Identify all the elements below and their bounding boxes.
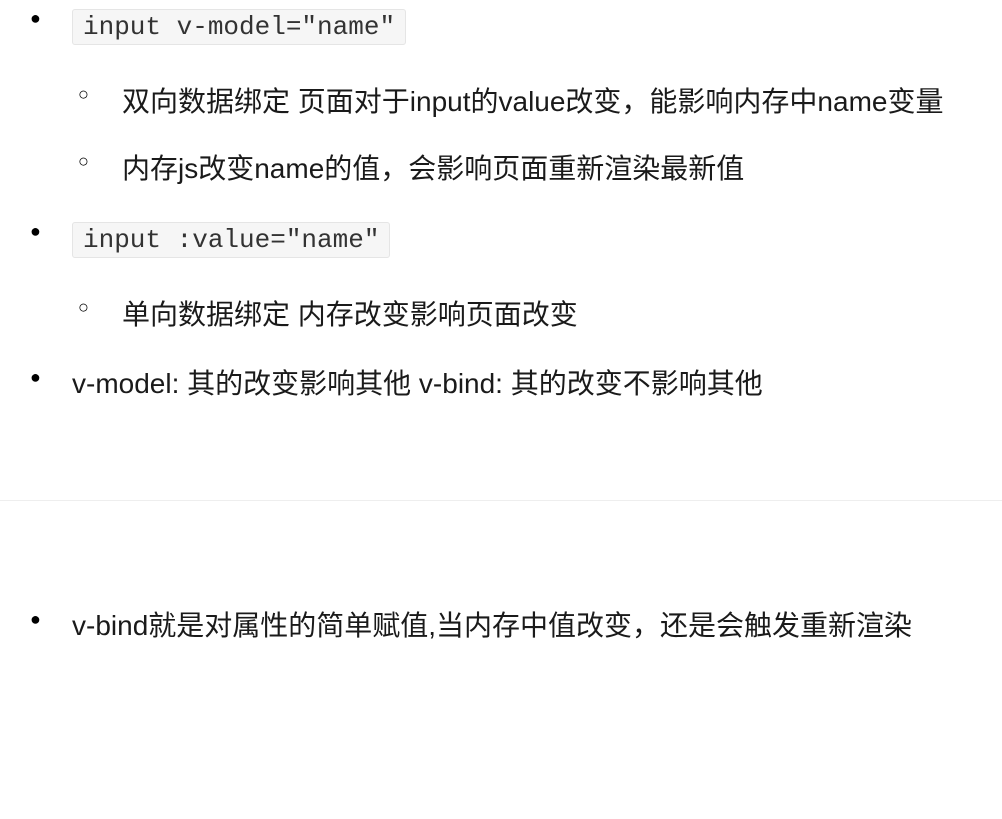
main-list-section2: v-bind就是对属性的简单赋值,当内存中值改变，还是会触发重新渲染: [0, 601, 1002, 651]
code-snippet: input :value="name": [72, 222, 390, 258]
code-snippet: input v-model="name": [72, 9, 406, 45]
sub-list-item: 单向数据绑定 内存改变影响页面改变: [72, 288, 1002, 341]
list-item: input v-model="name" 双向数据绑定 页面对于input的va…: [0, 0, 1002, 195]
list-item: v-bind就是对属性的简单赋值,当内存中值改变，还是会触发重新渲染: [0, 601, 1002, 651]
list-item-text: v-bind就是对属性的简单赋值,当内存中值改变，还是会触发重新渲染: [72, 610, 912, 641]
sub-list: 双向数据绑定 页面对于input的value改变，能影响内存中name变量 内存…: [72, 75, 1002, 195]
section-divider: v-bind就是对属性的简单赋值,当内存中值改变，还是会触发重新渲染: [0, 500, 1002, 651]
list-item-text: v-model: 其的改变影响其他 v-bind: 其的改变不影响其他: [72, 368, 763, 399]
sub-list-item: 内存js改变name的值，会影响页面重新渲染最新值: [72, 142, 1002, 195]
main-list-section1: input v-model="name" 双向数据绑定 页面对于input的va…: [0, 0, 1002, 410]
sub-list: 单向数据绑定 内存改变影响页面改变: [72, 288, 1002, 341]
sub-list-item: 双向数据绑定 页面对于input的value改变，能影响内存中name变量: [72, 75, 1002, 128]
list-item: v-model: 其的改变影响其他 v-bind: 其的改变不影响其他: [0, 359, 1002, 409]
list-item: input :value="name" 单向数据绑定 内存改变影响页面改变: [0, 213, 1002, 341]
